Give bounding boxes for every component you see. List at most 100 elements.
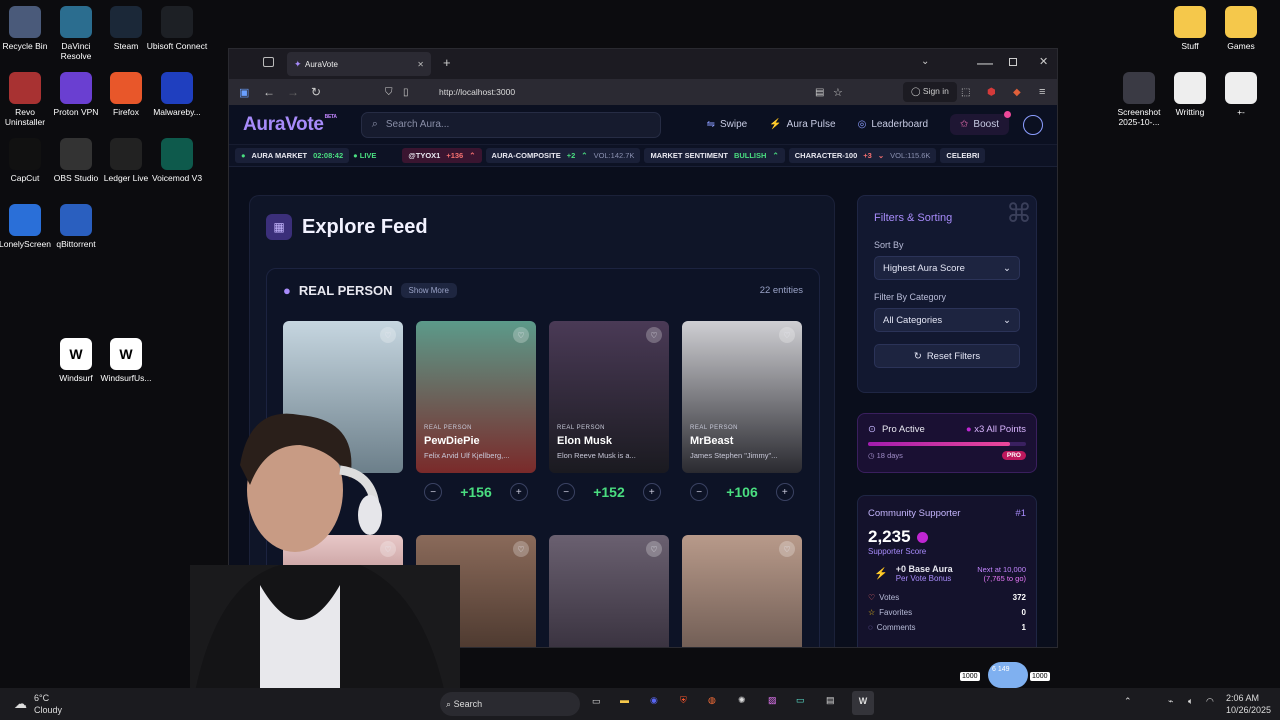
file-explorer-icon[interactable]: ▬ bbox=[620, 695, 629, 705]
upvote-button[interactable]: + bbox=[775, 483, 794, 501]
close-tab-icon[interactable]: ✕ bbox=[417, 60, 424, 69]
tray-chevron-icon[interactable]: ⌃ bbox=[1124, 696, 1132, 707]
upvote-button[interactable]: + bbox=[642, 483, 661, 501]
desktop-icon[interactable]: Voicemod V3 bbox=[146, 138, 208, 183]
stat-row: ♡ Votes 372 bbox=[868, 593, 1026, 602]
chevron-down-icon: ⌄ bbox=[1003, 314, 1011, 326]
aura-bonus-box: ⚡ +0 Base Aura Per Vote Bonus Next at 10,… bbox=[874, 564, 1026, 583]
heart-icon[interactable]: ♡ bbox=[779, 327, 795, 343]
category-select[interactable]: All Categories ⌄ bbox=[874, 308, 1020, 332]
reload-icon[interactable]: ↻ bbox=[311, 85, 321, 99]
network-icon[interactable]: ⌁ bbox=[1168, 696, 1173, 707]
heart-icon[interactable]: ♡ bbox=[779, 541, 795, 557]
entity-count: 22 entities bbox=[759, 285, 803, 296]
app-icon bbox=[110, 138, 142, 170]
sidebar-icon[interactable]: ▣ bbox=[239, 86, 249, 99]
brave-icon[interactable]: ⛨ bbox=[680, 695, 687, 706]
heart-icon[interactable]: ♡ bbox=[646, 327, 662, 343]
app-icon bbox=[9, 138, 41, 170]
taskbar-search[interactable]: ⌕ Search bbox=[440, 692, 580, 716]
stat-value: 0 bbox=[1021, 608, 1026, 617]
ticker-live: ● LIVE bbox=[353, 151, 377, 160]
search-input[interactable]: ⌕ Search Aura... bbox=[360, 111, 661, 138]
url-bar[interactable]: http://localhost:3000 bbox=[439, 87, 515, 97]
menu-icon[interactable]: ≡ bbox=[1039, 86, 1045, 98]
base-aura: +0 Base Aura bbox=[895, 564, 953, 574]
sort-select[interactable]: Highest Aura Score ⌄ bbox=[874, 256, 1020, 280]
sign-in-label: Sign in bbox=[922, 86, 949, 96]
forward-icon[interactable]: → bbox=[287, 85, 299, 99]
heart-icon[interactable]: ♡ bbox=[513, 541, 529, 557]
list-tabs-icon[interactable]: ⌄ bbox=[921, 56, 929, 67]
entity-card[interactable]: ♡ REAL PERSON MrBeast James Stephen "Jimmy"… bbox=[682, 321, 802, 473]
terminal-icon[interactable]: ▭ bbox=[796, 695, 805, 706]
weather-icon[interactable]: ☁ bbox=[14, 696, 27, 712]
desktop-icon-label: WindsurfUs... bbox=[100, 373, 152, 383]
desktop-icon-label: +- bbox=[1237, 107, 1245, 117]
app-icon[interactable]: ▤ bbox=[826, 695, 835, 706]
shield-icon[interactable]: ⛉ bbox=[385, 87, 393, 98]
reader-icon[interactable]: ▤ bbox=[815, 87, 824, 98]
taskbar: ☁ 6°C Cloudy ⌕ Search ▭ ▬ ◉ ⛨ ◍ ✺ ▨ ▭ ▤ … bbox=[0, 688, 1280, 720]
chatgpt-icon[interactable]: ✺ bbox=[738, 695, 746, 706]
desktop-icon[interactable]: W WindsurfUs... bbox=[95, 338, 157, 383]
minimize-icon[interactable]: — bbox=[977, 55, 993, 73]
entity-card[interactable]: ♡REAL PERSON bbox=[682, 535, 802, 647]
desktop-icon-label: Games bbox=[1227, 41, 1255, 51]
boost-icon: ✩ bbox=[960, 119, 969, 130]
firefox-icon[interactable]: ◍ bbox=[708, 695, 716, 706]
bookmark-star-icon[interactable]: ☆ bbox=[833, 86, 843, 99]
tab-bar: ✦ AuraVote ✕ + ⌄ — ✕ bbox=[229, 49, 1057, 79]
ticker-item[interactable]: @TYOX1 +136 ⌃ bbox=[402, 148, 482, 163]
desktop-icon[interactable]: +- bbox=[1210, 72, 1272, 117]
clock-date[interactable]: 10/26/2025 bbox=[1226, 705, 1271, 715]
heart-icon[interactable]: ♡ bbox=[513, 327, 529, 343]
extensions-icon[interactable]: ⬚ bbox=[961, 87, 970, 98]
desktop-icon[interactable]: qBittorrent bbox=[45, 204, 107, 249]
browser-tab[interactable]: ✦ AuraVote ✕ bbox=[287, 52, 431, 76]
overlay-counter-mid: 6 149 bbox=[992, 666, 1010, 673]
notification-dot bbox=[1004, 111, 1011, 118]
heart-icon[interactable]: ♡ bbox=[380, 327, 396, 343]
nav-leaderboard[interactable]: ◎ Leaderboard bbox=[858, 119, 928, 130]
heart-icon[interactable]: ♡ bbox=[646, 541, 662, 557]
account-button[interactable]: ◯ Sign in bbox=[903, 82, 957, 102]
lightning-icon: ⚡ bbox=[874, 568, 888, 580]
discord-icon[interactable]: ◉ bbox=[650, 695, 658, 706]
upvote-button[interactable]: + bbox=[509, 483, 528, 501]
back-icon[interactable]: ← bbox=[263, 85, 275, 99]
ublock-icon[interactable]: ⬢ bbox=[987, 87, 996, 98]
paint-icon[interactable]: ▨ bbox=[768, 695, 777, 706]
reset-filters-button[interactable]: ↻ Reset Filters bbox=[874, 344, 1020, 368]
show-more-button[interactable]: Show More bbox=[400, 283, 457, 298]
extension-fox-icon[interactable]: ◆ bbox=[1013, 87, 1021, 98]
nav-boost[interactable]: ✩ Boost bbox=[950, 111, 1011, 135]
new-tab-icon[interactable]: + bbox=[443, 55, 451, 70]
windsurf-taskbar-icon[interactable]: W bbox=[852, 691, 874, 715]
nav-aura-pulse[interactable]: ⚡ Aura Pulse bbox=[769, 119, 835, 130]
desktop-icon[interactable]: Malwareby... bbox=[146, 72, 208, 117]
downvote-button[interactable]: − bbox=[557, 483, 576, 501]
pro-panel: ⊙ Pro Active ● x3 All Points ◷ 18 days P… bbox=[857, 413, 1037, 473]
downvote-button[interactable]: − bbox=[690, 483, 709, 501]
entity-card[interactable]: ♡REAL PERSON bbox=[549, 535, 669, 647]
entity-card[interactable]: ♡ REAL PERSON Elon Musk Elon Reeve Musk is … bbox=[549, 321, 669, 473]
ticker-item[interactable]: CELEBRI bbox=[940, 148, 986, 163]
taskview-icon[interactable]: ▭ bbox=[592, 696, 601, 707]
maximize-icon[interactable] bbox=[1009, 58, 1017, 66]
app-logo[interactable]: AuraVoteBETA bbox=[243, 114, 337, 136]
filter-label: Filter By Category bbox=[874, 292, 947, 302]
tab-overview-icon[interactable] bbox=[263, 57, 274, 67]
close-window-icon[interactable]: ✕ bbox=[1039, 55, 1048, 68]
stat-label: Votes bbox=[879, 593, 900, 602]
desktop-icon[interactable]: Games bbox=[1210, 6, 1272, 51]
volume-icon[interactable]: 🔈︎ bbox=[1188, 696, 1193, 707]
profile-icon[interactable] bbox=[1023, 114, 1043, 135]
wifi-icon[interactable]: ◠ bbox=[1206, 696, 1214, 707]
desktop-icon[interactable]: Ubisoft Connect bbox=[146, 6, 208, 51]
ticker-item[interactable]: CHARACTER-100 +3 ⌄ VOL:115.6K bbox=[788, 148, 937, 163]
ticker-item[interactable]: MARKET SENTIMENT BULLISH ⌃ bbox=[644, 148, 785, 163]
nav-swipe[interactable]: ⇋ Swipe bbox=[707, 119, 748, 130]
ticker-item[interactable]: AURA-COMPOSITE +2 ⌃ VOL:142.7K bbox=[485, 148, 641, 163]
clock-time[interactable]: 2:06 AM bbox=[1226, 693, 1259, 703]
